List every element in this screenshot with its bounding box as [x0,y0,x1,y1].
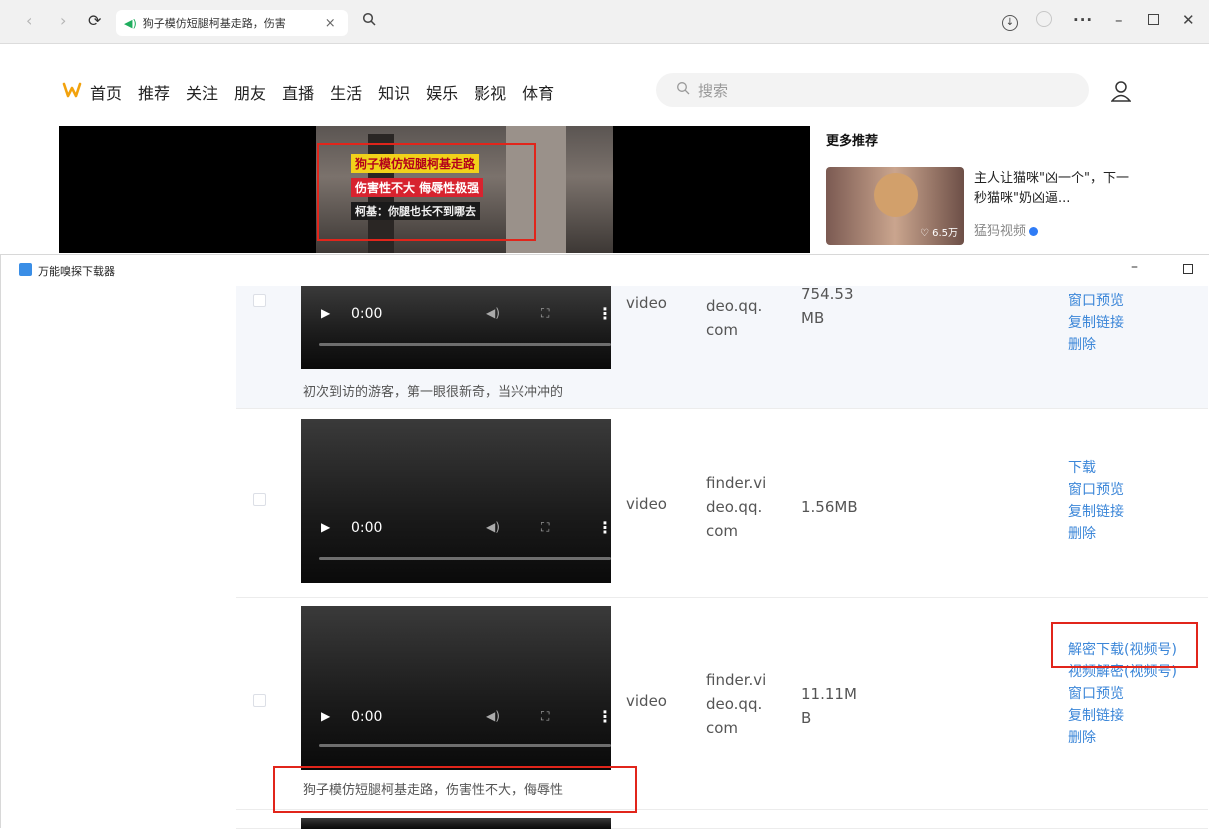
video-more-icon[interactable]: ⋮ [597,518,613,537]
copy-link-link[interactable]: 复制链接 [1068,312,1124,334]
cell-type: video [626,495,667,513]
delete-link[interactable]: 删除 [1068,523,1124,545]
window-preview-link[interactable]: 窗口预览 [1068,683,1177,705]
nav-recommend[interactable]: 推荐 [138,80,170,104]
recommend-views: ♡ 6.5万 [919,228,958,239]
video-progress-bar[interactable] [319,343,611,346]
row-actions: 窗口预览 复制链接 删除 [1068,290,1124,356]
more-recommend-heading: 更多推荐 [826,134,879,149]
cell-size: 754.53 MB [801,285,854,327]
site-nav: 首页 推荐 关注 朋友 直播 生活 知识 娱乐 影视 体育 [90,80,570,104]
globe-icon[interactable] [1036,11,1052,31]
play-icon[interactable]: ▶ [321,306,330,320]
tab-title: 狗子模仿短腿柯基走路，伤害 [142,17,286,30]
row-checkbox[interactable] [253,694,266,707]
download-link[interactable]: 下载 [1068,457,1124,479]
highlight-box-description [273,766,637,813]
site-logo-icon[interactable] [62,82,82,98]
app-icon [19,263,32,276]
table-row: ▶ 0:00 ◀) ⛶ ⋮ video finder.vi deo.qq. co… [236,409,1208,598]
video-progress-bar[interactable] [319,557,611,560]
user-icon[interactable] [1111,80,1131,102]
cell-domain: deo.qq. com [706,297,763,339]
row-checkbox[interactable] [253,493,266,506]
volume-icon[interactable]: ◀) [486,520,500,534]
video-preview[interactable] [301,818,611,829]
video-preview[interactable]: ▶ 0:00 ◀) ⛶ ⋮ [301,606,613,770]
cell-size: 1.56MB [801,498,858,516]
maximize-icon[interactable] [1148,11,1159,29]
nav-follow[interactable]: 关注 [186,80,218,104]
forward-icon[interactable]: › [60,13,66,29]
audio-playing-icon: ◀) [124,16,137,30]
nav-friends[interactable]: 朋友 [234,80,266,104]
video-controls: ▶ 0:00 ◀) ⛶ ⋮ [301,518,613,540]
video-controls: ▶ 0:00 ◀) ⛶ ⋮ [301,707,613,729]
reload-icon[interactable]: ⟳ [88,13,101,29]
video-preview[interactable]: ▶ 0:00 ◀) ⛶ ⋮ [301,286,613,369]
tab-close-icon[interactable]: × [325,16,336,31]
close-window-icon[interactable]: ✕ [1182,11,1195,29]
play-icon[interactable]: ▶ [321,520,330,534]
video-preview[interactable]: ▶ 0:00 ◀) ⛶ ⋮ [301,419,613,583]
minimize-icon[interactable]: – [1115,11,1123,29]
cell-type: video [626,692,667,710]
recommend-thumbnail[interactable]: ♡ 6.5万 [826,167,964,245]
cell-domain: finder.vi deo.qq. com [706,474,767,540]
video-time: 0:00 [351,306,383,322]
nav-knowledge[interactable]: 知识 [378,80,410,104]
nav-live[interactable]: 直播 [282,80,314,104]
video-more-icon[interactable]: ⋮ [597,304,613,323]
more-menu-icon[interactable]: ··· [1073,11,1093,29]
row-actions: 下载 窗口预览 复制链接 删除 [1068,457,1124,545]
video-progress-bar[interactable] [319,744,611,747]
downloader-window: 万能嗅探下载器 – ▶ 0:00 ◀) ⛶ ⋮ video deo.qq. co… [0,254,1209,829]
cell-domain: finder.vi deo.qq. com [706,671,767,737]
cell-type: video [626,294,667,312]
app-title: 万能嗅探下载器 [38,265,115,278]
delete-link[interactable]: 删除 [1068,727,1177,749]
cell-size: 11.11M B [801,685,857,727]
video-time: 0:00 [351,520,383,536]
window-preview-link[interactable]: 窗口预览 [1068,479,1124,501]
window-preview-link[interactable]: 窗口预览 [1068,290,1124,312]
recommend-author[interactable]: 猛犸视频 [974,220,1039,239]
copy-link-link[interactable]: 复制链接 [1068,705,1177,727]
verified-icon [1029,227,1039,236]
downloader-minimize-icon[interactable]: – [1131,259,1138,275]
row-checkbox[interactable] [253,294,266,307]
row-description: 初次到访的游客，第一眼很新奇，当兴冲冲的 [303,385,564,400]
nav-movies[interactable]: 影视 [474,80,506,104]
search-placeholder: 搜索 [698,81,729,100]
nav-life[interactable]: 生活 [330,80,362,104]
search-icon [676,81,690,99]
back-icon[interactable]: ‹ [26,13,32,29]
highlight-box-decrypt [1051,622,1198,668]
video-controls: ▶ 0:00 ◀) ⛶ ⋮ [301,304,613,326]
fullscreen-icon[interactable]: ⛶ [541,520,549,535]
delete-link[interactable]: 删除 [1068,334,1124,356]
downloader-titlebar: 万能嗅探下载器 – [1,255,1208,285]
downloads-icon[interactable]: ↓ [1002,11,1018,31]
table-row: ▶ 0:00 ◀) ⛶ ⋮ video deo.qq. com 754.53 M… [236,285,1208,409]
nav-home[interactable]: 首页 [90,80,122,104]
copy-link-link[interactable]: 复制链接 [1068,501,1124,523]
browser-tab[interactable]: ◀) 狗子模仿短腿柯基走路，伤害 × [116,10,348,36]
play-icon[interactable]: ▶ [321,709,330,723]
downloader-maximize-icon[interactable] [1183,264,1193,274]
nav-sports[interactable]: 体育 [522,80,554,104]
highlight-box-caption [317,143,536,241]
site-search-input[interactable]: 搜索 [656,73,1089,107]
fullscreen-icon[interactable]: ⛶ [541,709,549,724]
tab-search-icon[interactable] [362,12,376,30]
recommend-title[interactable]: 主人让猫咪"凶一个"，下一秒猫咪"奶凶逼... [974,169,1134,209]
fullscreen-icon[interactable]: ⛶ [541,306,549,321]
video-time: 0:00 [351,709,383,725]
browser-toolbar: ‹ › ⟳ ◀) 狗子模仿短腿柯基走路，伤害 × ↓ ··· – ✕ [0,0,1209,44]
volume-icon[interactable]: ◀) [486,709,500,723]
nav-entertainment[interactable]: 娱乐 [426,80,458,104]
volume-icon[interactable]: ◀) [486,306,500,320]
video-more-icon[interactable]: ⋮ [597,707,613,726]
